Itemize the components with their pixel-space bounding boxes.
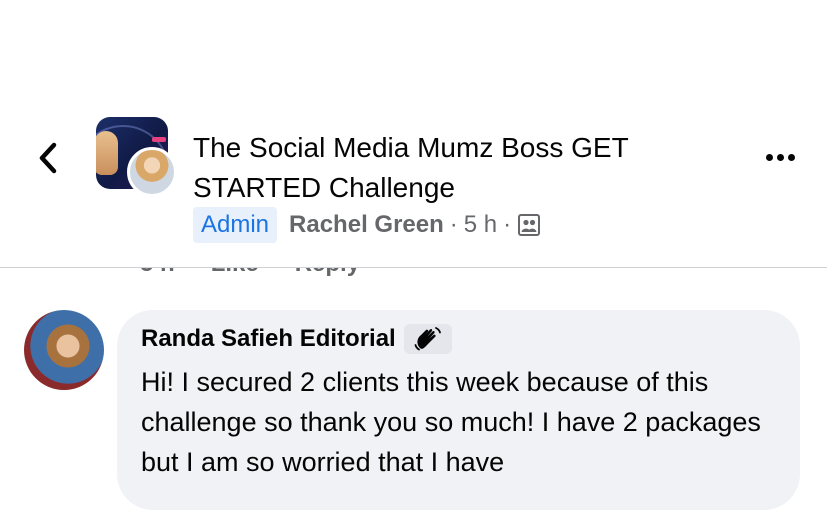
back-button[interactable] bbox=[30, 138, 66, 178]
header-divider bbox=[0, 267, 827, 268]
separator-dot: · bbox=[503, 211, 512, 238]
poster-avatar[interactable] bbox=[127, 147, 177, 197]
more-horizontal-icon bbox=[765, 153, 773, 161]
chevron-left-icon bbox=[39, 142, 57, 174]
commenter-avatar[interactable] bbox=[24, 310, 104, 390]
group-title[interactable]: The Social Media Mumz Boss GET STARTED C… bbox=[193, 128, 713, 208]
commenter-name[interactable]: Randa Safieh Editorial bbox=[141, 325, 396, 353]
comment-text: Hi! I secured 2 clients this week becaus… bbox=[141, 367, 761, 477]
post-meta: Admin Rachel Green · 5 h · bbox=[193, 206, 541, 244]
group-audience-icon bbox=[518, 214, 541, 236]
waving-hand-icon[interactable] bbox=[403, 324, 452, 354]
post-time[interactable]: 5 h bbox=[464, 211, 497, 239]
more-options-button[interactable] bbox=[760, 142, 800, 172]
post-author[interactable]: Rachel Green bbox=[289, 211, 444, 239]
admin-badge: Admin bbox=[193, 207, 278, 243]
post-header: The Social Media Mumz Boss GET STARTED C… bbox=[0, 0, 827, 268]
separator-dot: · bbox=[449, 211, 458, 238]
commenter-name-row: Randa Safieh Editorial bbox=[141, 324, 452, 354]
